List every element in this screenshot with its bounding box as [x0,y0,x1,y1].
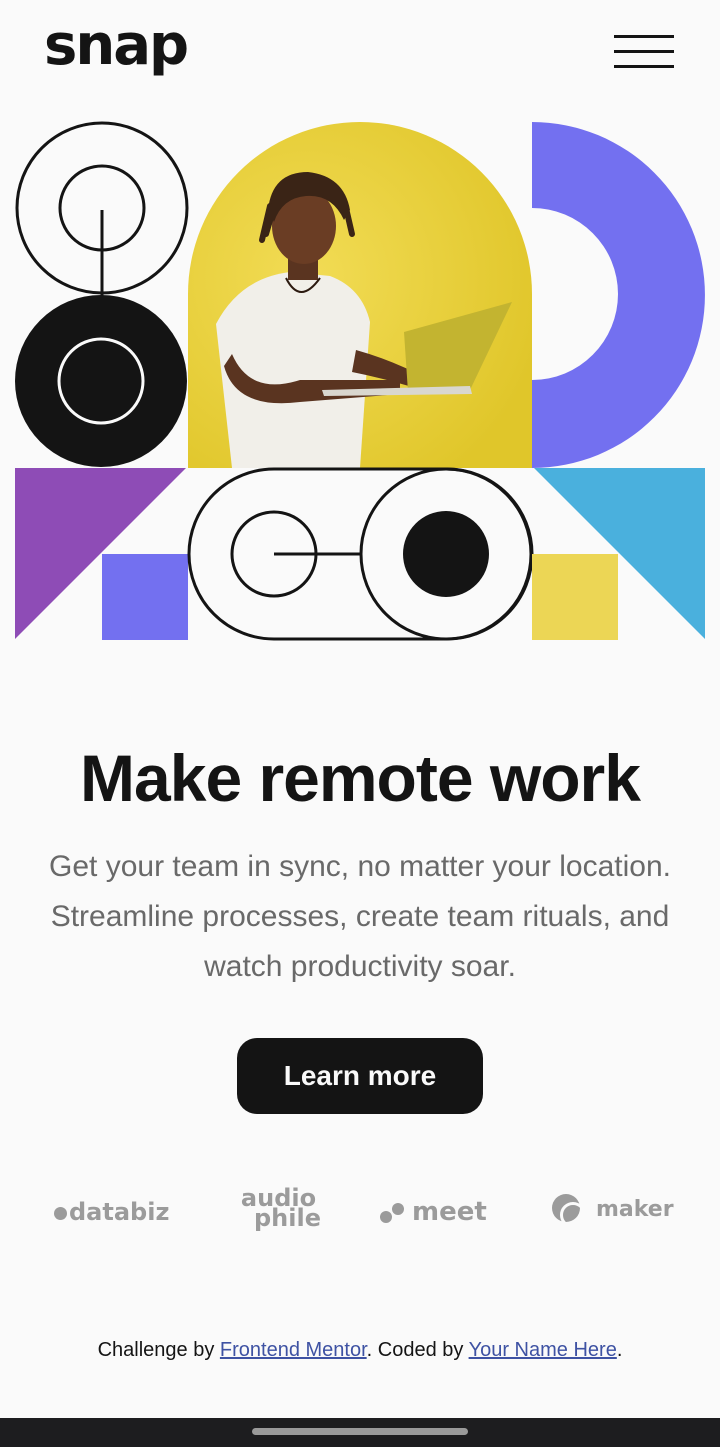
system-navigation-bar [0,1418,720,1447]
person-with-laptop-image [188,122,532,468]
databiz-logo: databiz [54,1196,169,1228]
meet-dots-icon [380,1202,406,1223]
home-indicator[interactable] [252,1428,468,1435]
outline-pill-shape [187,467,534,641]
meet-logo: meet [380,1196,487,1228]
outline-circle-pin-shape [15,121,189,296]
footer-suffix: . [616,1339,623,1361]
databiz-dot-icon [54,1206,67,1220]
footer-prefix: Challenge by [97,1339,220,1361]
black-circle-shape [15,295,187,467]
meet-label: meet [412,1197,487,1227]
frontend-mentor-link[interactable]: Frontend Mentor [220,1339,367,1361]
hero-illustration [0,110,720,650]
hamburger-menu-icon [614,35,674,38]
maker-logo: maker [552,1194,674,1228]
maker-label: maker [596,1197,674,1222]
hamburger-line-middle [614,50,674,53]
site-header: snap [0,0,720,100]
attribution-footer: Challenge by Frontend Mentor. Coded by Y… [0,1336,720,1364]
databiz-label: databiz [69,1198,170,1226]
page-subtext: Get your team in sync, no matter your lo… [49,850,671,983]
client-logos: databiz audio phile meet maker [0,1180,720,1240]
page-headline: Make remote work [80,741,641,815]
menu-button[interactable] [608,30,680,74]
snap-logo[interactable]: snap [44,8,189,84]
hamburger-line-bottom [614,65,674,68]
yellow-square-shape [532,554,618,640]
author-link[interactable]: Your Name Here [469,1339,617,1361]
audiophile-logo: audio phile [236,1186,321,1230]
footer-middle: . Coded by [366,1339,469,1361]
maker-circle-icon [552,1194,586,1228]
purple-half-ring-shape [532,122,705,468]
learn-more-button[interactable]: Learn more [237,1038,483,1114]
purple-square-shape [102,554,188,640]
